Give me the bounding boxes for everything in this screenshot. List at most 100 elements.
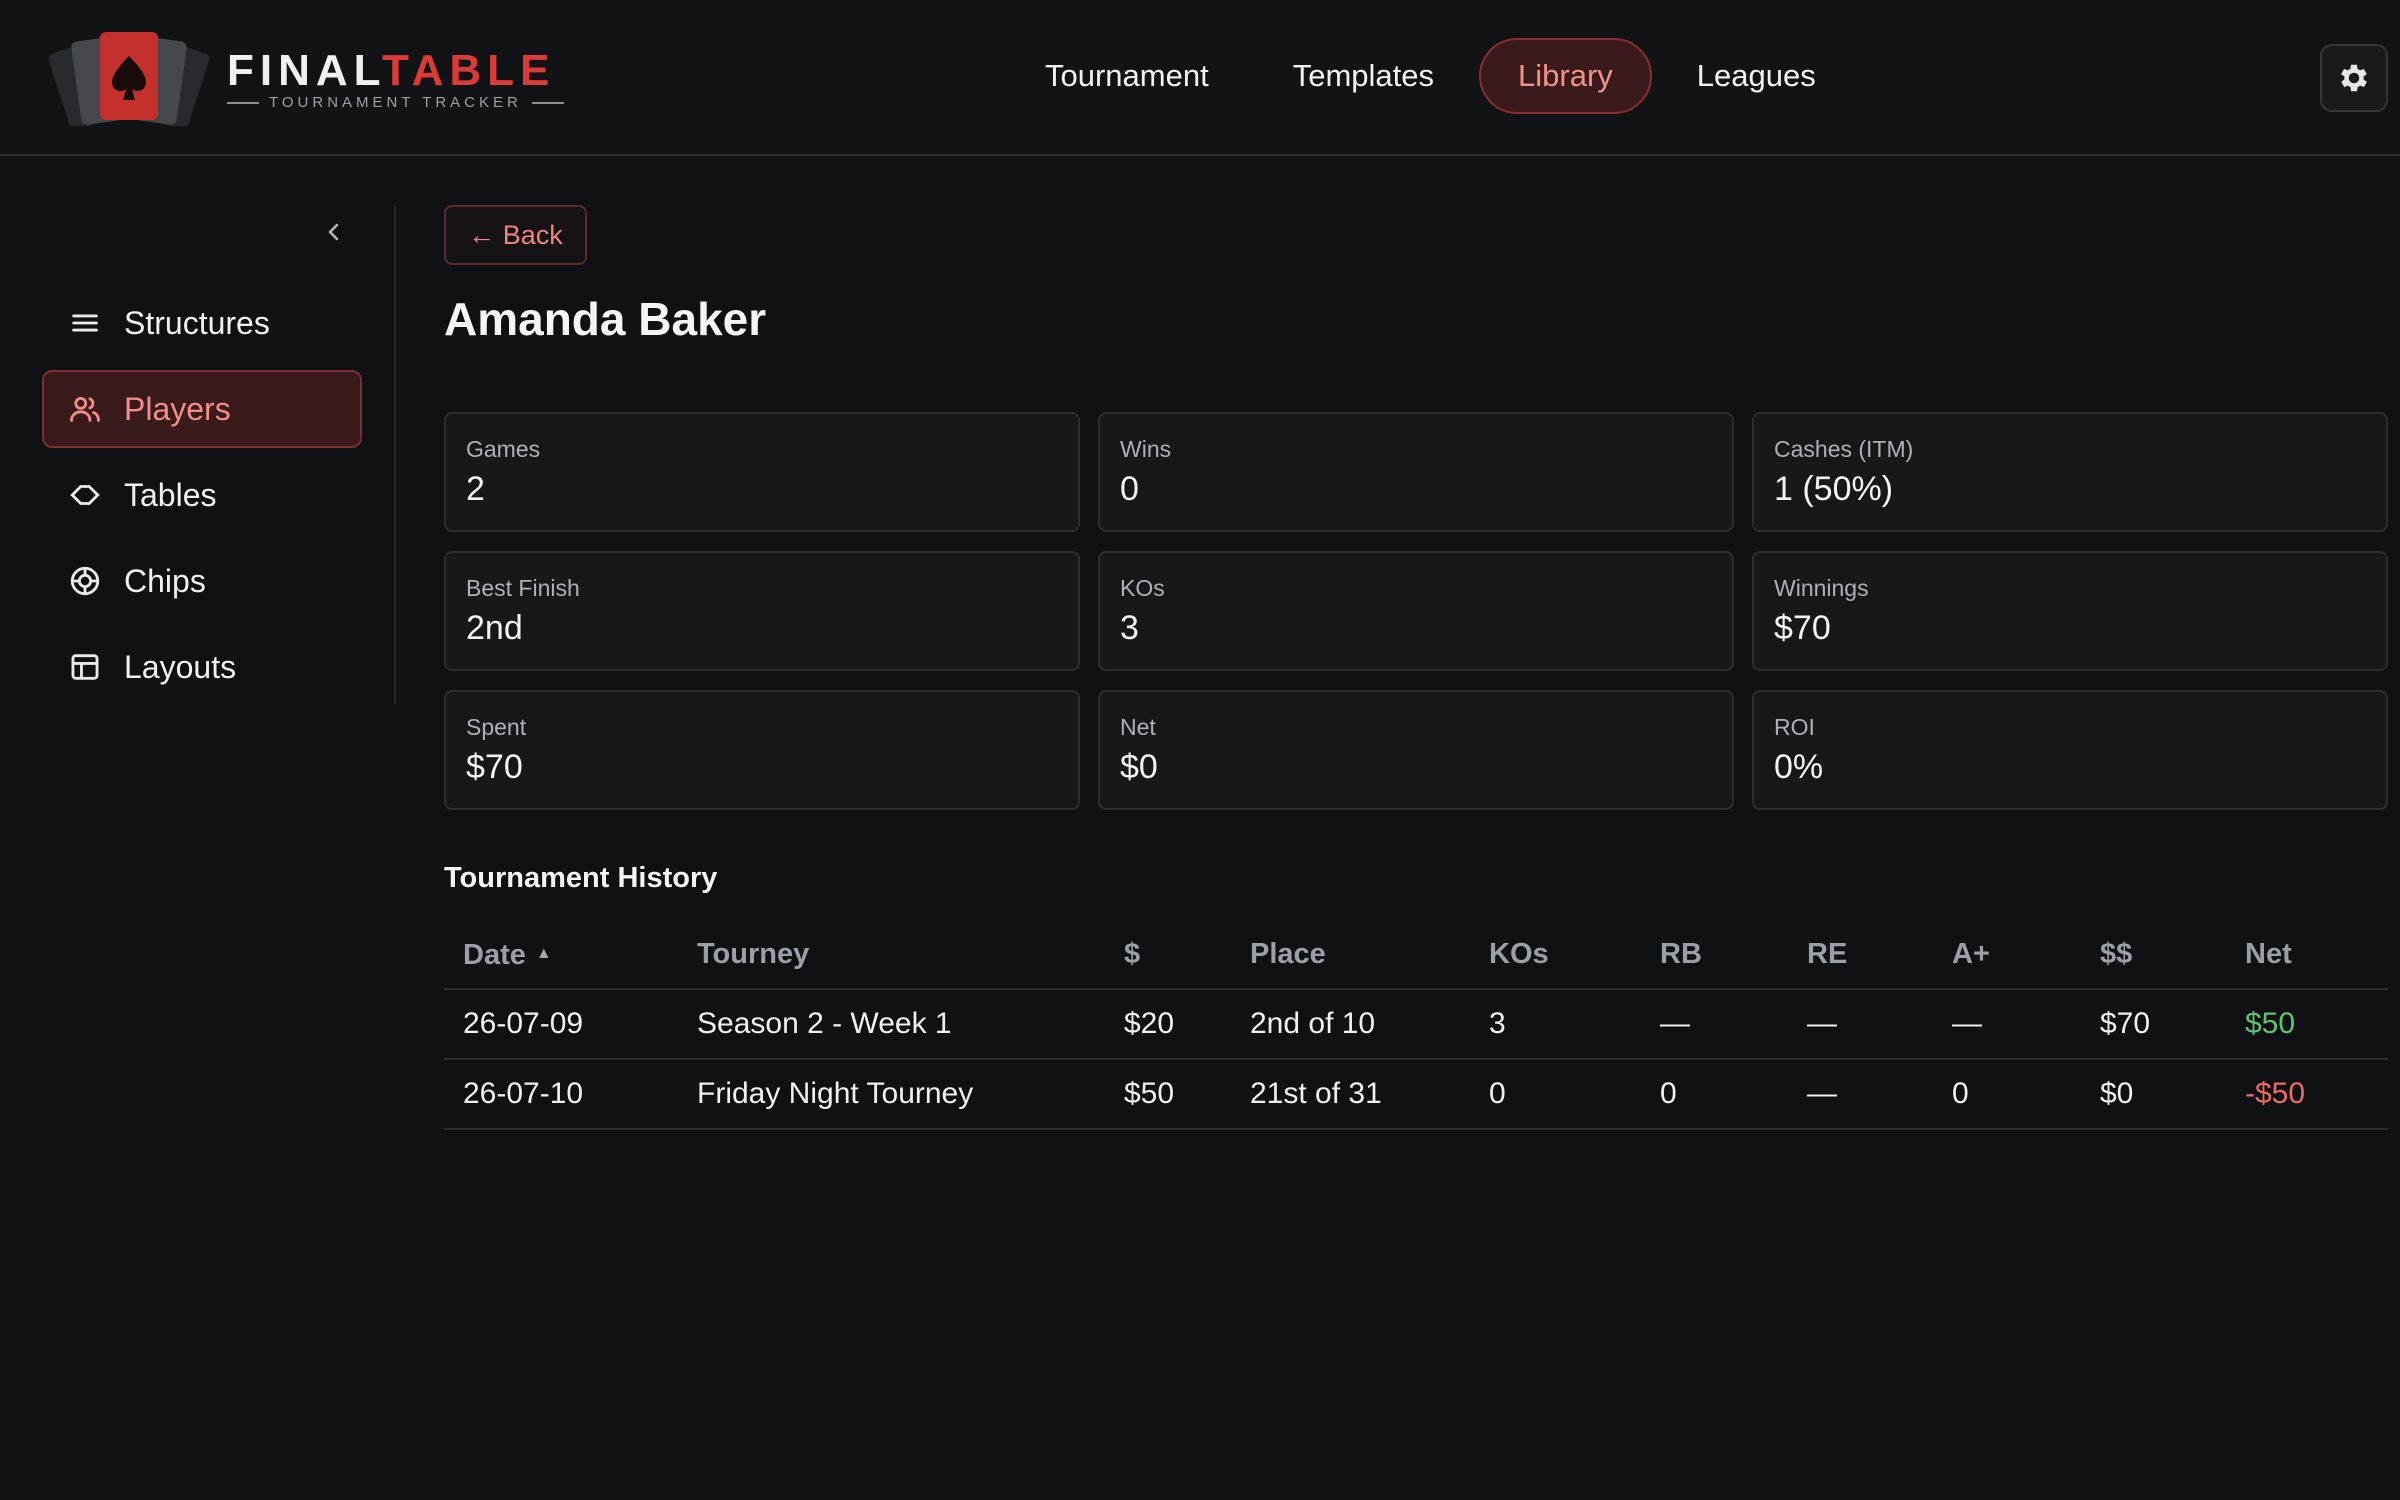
sidebar-item-label: Layouts <box>124 648 237 685</box>
stat-card-winnings: Winnings $70 <box>1752 551 2388 671</box>
column-header-re[interactable]: RE <box>1807 920 1847 988</box>
brand-title-table: TABLE <box>382 46 556 95</box>
stat-value: 0% <box>1774 748 1824 786</box>
card-spade-logo-icon <box>48 32 210 126</box>
stat-value: $70 <box>466 748 523 786</box>
column-header-buyin[interactable]: $ <box>1124 920 1140 988</box>
stat-value: $70 <box>1774 609 1831 647</box>
gear-icon <box>2341 64 2367 92</box>
column-header-label: Date <box>463 939 526 971</box>
sidebar-item-chips[interactable]: Chips <box>42 542 362 620</box>
stat-label: KOs <box>1120 575 1165 601</box>
sidebar-item-players[interactable]: Players <box>42 370 362 448</box>
tab-tournament[interactable]: Tournament <box>1006 38 1248 114</box>
stat-label: Winnings <box>1774 575 1869 601</box>
tournament-history-table: Date ▲ Tourney $ Place KOs RB RE A+ $$ Ne… <box>444 920 2388 1130</box>
cell-winnings: $0 <box>2100 1077 2134 1110</box>
column-header-net[interactable]: Net <box>2245 920 2292 988</box>
sidebar-item-tables[interactable]: Tables <box>42 456 362 534</box>
sidebar-nav: Structures Players Tables Chips Layouts <box>42 284 362 714</box>
stat-card-spent: Spent $70 <box>444 690 1080 810</box>
column-header-date[interactable]: Date ▲ <box>463 920 552 988</box>
brand-subtitle: TOURNAMENT TRACKER <box>227 94 577 111</box>
sort-ascending-icon: ▲ <box>535 945 552 962</box>
stat-label: Spent <box>466 714 527 740</box>
column-header-winnings[interactable]: $$ <box>2100 920 2132 988</box>
logo[interactable]: FINAL TABLE TOURNAMENT TRACKER <box>44 24 564 126</box>
layout-icon <box>71 654 99 680</box>
stat-label: ROI <box>1774 714 1815 740</box>
table-oval-icon <box>70 485 100 505</box>
stat-card-roi: ROI 0% <box>1752 690 2388 810</box>
column-header-kos[interactable]: KOs <box>1489 920 1549 988</box>
cell-kos: 0 <box>1489 1077 1506 1110</box>
section-title-tournament-history: Tournament History <box>444 862 718 894</box>
sidebar-item-label: Players <box>124 390 231 427</box>
cell-winnings: $70 <box>2100 1007 2151 1040</box>
cell-rb: — <box>1660 1007 1690 1040</box>
stat-label: Wins <box>1120 436 1172 462</box>
cell-date: 26-07-09 <box>463 1007 584 1040</box>
stat-value: 3 <box>1120 609 1139 647</box>
sidebar-divider <box>394 206 396 704</box>
column-header-addon[interactable]: A+ <box>1952 920 1990 988</box>
stat-card-games: Games 2 <box>444 412 1080 532</box>
stat-label: Best Finish <box>466 575 580 601</box>
cell-re: — <box>1807 1007 1837 1040</box>
column-header-tourney[interactable]: Tourney <box>697 920 809 988</box>
stat-value: 1 (50%) <box>1774 470 1894 508</box>
settings-button[interactable] <box>2320 44 2388 112</box>
stat-label: Cashes (ITM) <box>1774 436 1914 462</box>
cell-addon: — <box>1952 1007 1982 1040</box>
top-nav: Tournament Templates Library Leagues <box>1006 38 1855 116</box>
sidebar-item-label: Chips <box>124 562 206 599</box>
tab-leagues[interactable]: Leagues <box>1658 38 1855 114</box>
cell-re: — <box>1807 1077 1837 1110</box>
cell-place: 2nd of 10 <box>1250 1007 1376 1040</box>
sidebar: Structures Players Tables Chips Layouts <box>0 156 395 704</box>
stat-card-best-finish: Best Finish 2nd <box>444 551 1080 671</box>
stat-value: 0 <box>1120 470 1139 508</box>
page-title: Amanda Baker <box>444 293 767 345</box>
sidebar-item-layouts[interactable]: Layouts <box>42 628 362 706</box>
stat-label: Games <box>466 436 541 462</box>
stat-value: $0 <box>1120 748 1158 786</box>
cell-net: -$50 <box>2245 1077 2306 1110</box>
chip-icon <box>70 566 100 596</box>
brand-subtitle-text: TOURNAMENT TRACKER <box>269 94 522 111</box>
menu-lines-icon <box>72 314 98 332</box>
tab-templates[interactable]: Templates <box>1254 38 1473 114</box>
stat-value: 2nd <box>466 609 523 647</box>
column-header-place[interactable]: Place <box>1250 920 1326 988</box>
sidebar-item-label: Structures <box>124 304 270 341</box>
stat-card-kos: KOs 3 <box>1098 551 1734 671</box>
cell-addon: 0 <box>1952 1077 1969 1110</box>
tab-library[interactable]: Library <box>1479 38 1652 114</box>
brand-title-final: FINAL <box>227 46 387 95</box>
sidebar-item-label: Tables <box>124 476 217 513</box>
table-row[interactable]: 26-07-10 Friday Night Tourney $50 21st o… <box>444 1060 2388 1130</box>
cell-place: 21st of 31 <box>1250 1077 1382 1110</box>
column-header-rb[interactable]: RB <box>1660 920 1702 988</box>
sidebar-collapse-button[interactable] <box>316 214 352 250</box>
cell-date: 26-07-10 <box>463 1077 584 1110</box>
back-button[interactable]: ← Back <box>444 205 587 265</box>
chevron-left-icon <box>328 223 339 241</box>
stat-card-cashes: Cashes (ITM) 1 (50%) <box>1752 412 2388 532</box>
app-header: FINAL TABLE TOURNAMENT TRACKER Tournamen… <box>0 0 2400 156</box>
users-icon <box>70 396 100 422</box>
cell-tourney: Friday Night Tourney <box>697 1077 974 1110</box>
cell-tourney: Season 2 - Week 1 <box>697 1007 952 1040</box>
stat-card-wins: Wins 0 <box>1098 412 1734 532</box>
table-row[interactable]: 26-07-09 Season 2 - Week 1 $20 2nd of 10… <box>444 990 2388 1060</box>
cell-rb: 0 <box>1660 1077 1677 1110</box>
sidebar-item-structures[interactable]: Structures <box>42 284 362 362</box>
table-header-row: Date ▲ Tourney $ Place KOs RB RE A+ $$ Ne… <box>444 920 2388 990</box>
stat-card-net: Net $0 <box>1098 690 1734 810</box>
cell-net: $50 <box>2245 1007 2296 1040</box>
cell-kos: 3 <box>1489 1007 1506 1040</box>
cell-buyin: $50 <box>1124 1077 1175 1110</box>
stat-label: Net <box>1120 714 1156 740</box>
stat-value: 2 <box>466 470 485 508</box>
cell-buyin: $20 <box>1124 1007 1175 1040</box>
